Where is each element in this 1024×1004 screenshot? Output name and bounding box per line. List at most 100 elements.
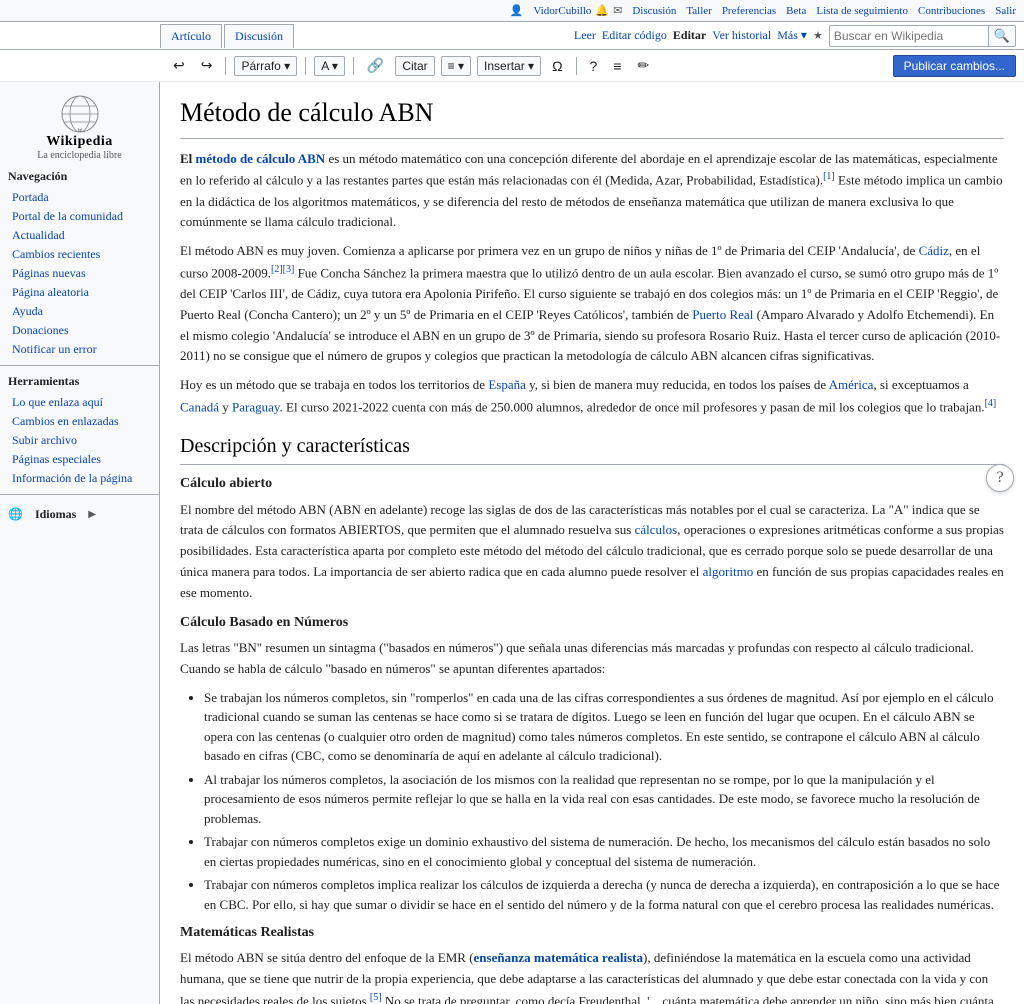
sidebar-item-aleatoria[interactable]: Página aleatoria: [0, 283, 159, 302]
publish-button[interactable]: Publicar cambios...: [893, 55, 1016, 77]
sidebar-item-cambios[interactable]: Cambios recientes: [0, 245, 159, 264]
language-icon: 🌐: [8, 507, 23, 522]
sidebar-item-subir[interactable]: Subir archivo: [0, 431, 159, 450]
article-content: Método de cálculo ABN El método de cálcu…: [160, 82, 1024, 1004]
language-expand-icon[interactable]: ▶: [88, 509, 96, 520]
sidebar-item-ayuda[interactable]: Ayuda: [0, 302, 159, 321]
sidebar-item-enlazadas[interactable]: Cambios en enlazadas: [0, 412, 159, 431]
canada-link[interactable]: Canadá: [180, 399, 219, 414]
logo-subtitle: La enciclopedia libre: [37, 150, 121, 161]
emr-link[interactable]: enseñanza matemática realista: [474, 950, 643, 965]
search-button[interactable]: 🔍: [989, 25, 1016, 47]
content-wrap: W Wikipedia La enciclopedia libre Navega…: [0, 82, 1024, 1004]
america-link[interactable]: América: [829, 377, 874, 392]
ref1[interactable]: [1]: [823, 171, 835, 182]
puerto-real-link[interactable]: Puerto Real: [692, 307, 753, 322]
bullet-item-1: Se trabajan los números completos, sin "…: [204, 688, 1004, 766]
beta-link[interactable]: Beta: [786, 5, 806, 17]
tools-section-title: Herramientas: [0, 370, 159, 393]
abn-link[interactable]: método de cálculo ABN: [196, 151, 326, 166]
ref5[interactable]: [5]: [370, 992, 382, 1003]
article-title: Método de cálculo ABN: [180, 92, 1004, 139]
redo-button[interactable]: ↪: [196, 55, 218, 76]
taller-link[interactable]: Taller: [686, 5, 712, 17]
tab-discusion[interactable]: Discusión: [224, 24, 294, 48]
message-icon[interactable]: ✉: [613, 4, 622, 17]
tab-mas[interactable]: Más ▾: [777, 28, 807, 43]
language-area: 🌐 Idiomas ▶: [0, 499, 159, 530]
preferences-link[interactable]: Preferencias: [722, 5, 776, 17]
tab-historial[interactable]: Ver historial: [712, 28, 771, 43]
sidebar-item-info[interactable]: Información de la página: [0, 469, 159, 488]
logout-link[interactable]: Salir: [995, 5, 1016, 17]
undo-button[interactable]: ↩: [168, 55, 190, 76]
sidebar-item-community[interactable]: Portal de la comunidad: [0, 207, 159, 226]
menu-icon-btn[interactable]: ≡: [608, 56, 626, 76]
tab-editar[interactable]: Editar: [673, 28, 706, 43]
sidebar-divider-1: [0, 365, 159, 366]
sub1-p1: El nombre del método ABN (ABN en adelant…: [180, 500, 1004, 604]
language-label: Idiomas: [27, 503, 84, 526]
user-info: 👤 VidorCubillo 🔔 ✉ Discusión Taller Pref…: [510, 4, 1016, 17]
list-dropdown[interactable]: ≡ ▾: [441, 56, 471, 76]
sidebar: W Wikipedia La enciclopedia libre Navega…: [0, 82, 160, 1004]
pencil-icon-btn[interactable]: ✏: [633, 55, 655, 76]
article-p3: Hoy es un método que se trabaja en todos…: [180, 375, 1004, 418]
discussion-link[interactable]: Discusión: [632, 5, 676, 17]
user-icon: 👤: [510, 4, 524, 17]
help-icon-btn[interactable]: ?: [585, 56, 603, 76]
notification-icon[interactable]: 🔔: [595, 4, 609, 17]
star-icon[interactable]: ★: [813, 29, 823, 42]
cite-button[interactable]: Citar: [395, 56, 434, 76]
ref23[interactable]: [2][3]: [271, 264, 294, 275]
insert-dropdown[interactable]: Insertar ▾: [477, 56, 541, 76]
sub2-p1: Las letras "BN" resumen un sintagma ("ba…: [180, 638, 1004, 680]
search-input[interactable]: [829, 25, 989, 47]
sidebar-item-especiales[interactable]: Páginas especiales: [0, 450, 159, 469]
bullet-item-2: Al trabajar los números completos, la as…: [204, 770, 1004, 829]
username-link[interactable]: VidorCubillo: [533, 5, 591, 17]
cadiz-link[interactable]: Cádiz: [919, 243, 949, 258]
link-button[interactable]: 🔗: [362, 55, 389, 76]
contributions-link[interactable]: Contribuciones: [918, 5, 985, 17]
ref4[interactable]: [4]: [985, 398, 997, 409]
wikipedia-globe-icon: W: [60, 94, 100, 134]
espana-link[interactable]: España: [488, 377, 526, 392]
section1-title: Descripción y características: [180, 430, 1004, 465]
sidebar-item-error[interactable]: Notificar un error: [0, 340, 159, 359]
sidebar-item-donaciones[interactable]: Donaciones: [0, 321, 159, 340]
bullet-item-3: Trabajar con números completos exige un …: [204, 832, 1004, 871]
algoritmo-link[interactable]: algoritmo: [703, 564, 754, 579]
nav-section: Navegación Portada Portal de la comunida…: [0, 165, 159, 359]
calculos-link[interactable]: cálculos: [635, 522, 678, 537]
sidebar-item-enlaza[interactable]: Lo que enlaza aquí: [0, 393, 159, 412]
tab-editar-codigo[interactable]: Editar código: [602, 28, 667, 43]
nav-section-title: Navegación: [0, 165, 159, 188]
paraguay-link[interactable]: Paraguay: [232, 399, 280, 414]
help-button[interactable]: ?: [986, 464, 1014, 492]
sidebar-divider-2: [0, 494, 159, 495]
tabs-bar: Artículo Discusión Leer Editar código Ed…: [0, 22, 1024, 50]
sub3-title: Matemáticas Realistas: [180, 922, 1004, 944]
editor-toolbar: ↩ ↪ Párrafo ▾ A ▾ 🔗 Citar ≡ ▾ Insertar ▾…: [0, 50, 1024, 82]
language-section: 🌐 Idiomas ▶: [0, 499, 159, 530]
logo-area: W Wikipedia La enciclopedia libre: [0, 90, 159, 165]
watchlist-link[interactable]: Lista de seguimiento: [816, 5, 908, 17]
bullet-list: Se trabajan los números completos, sin "…: [204, 688, 1004, 915]
toolbar-sep-2: [305, 57, 306, 75]
article-intro: El método de cálculo ABN es un método ma…: [180, 149, 1004, 234]
toolbar-sep-4: [576, 57, 577, 75]
text-style-dropdown[interactable]: A ▾: [314, 56, 345, 76]
article-tabs: Artículo Discusión: [160, 24, 296, 48]
paragraph-dropdown[interactable]: Párrafo ▾: [234, 56, 297, 76]
tab-articulo[interactable]: Artículo: [160, 24, 222, 48]
tab-leer[interactable]: Leer: [574, 28, 596, 43]
sidebar-item-actualidad[interactable]: Actualidad: [0, 226, 159, 245]
bullet-item-4: Trabajar con números completos implica r…: [204, 875, 1004, 914]
tools-section: Herramientas Lo que enlaza aquí Cambios …: [0, 370, 159, 488]
toolbar-sep-1: [225, 57, 226, 75]
sidebar-item-nuevas[interactable]: Páginas nuevas: [0, 264, 159, 283]
search-form: 🔍: [829, 25, 1016, 47]
sidebar-item-portada[interactable]: Portada: [0, 188, 159, 207]
special-chars-button[interactable]: Ω: [547, 56, 567, 76]
